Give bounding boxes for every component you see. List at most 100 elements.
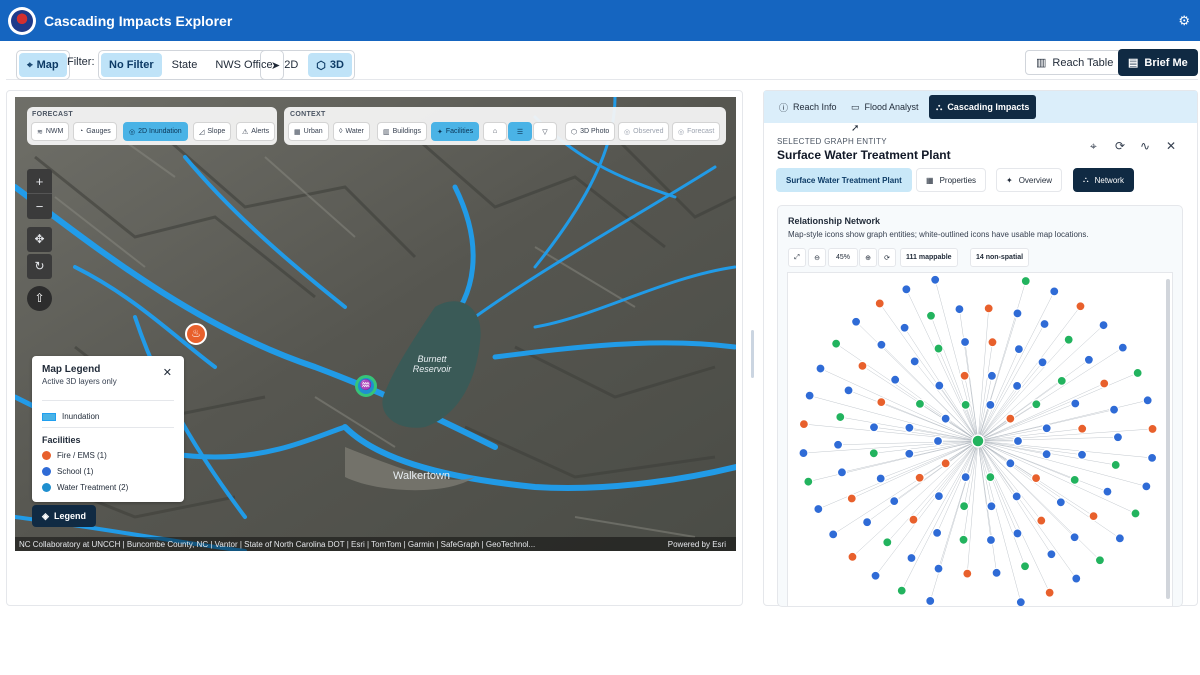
- graph-node[interactable]: [876, 339, 887, 350]
- view-3d-button[interactable]: ⬡ 3D: [308, 53, 352, 77]
- chip-3d-photo[interactable]: ⬡ 3D Photo: [565, 122, 616, 141]
- zoom-in-button[interactable]: ⊕: [859, 248, 877, 267]
- graph-node[interactable]: [831, 338, 842, 349]
- graph-node[interactable]: [1114, 533, 1125, 544]
- graph-node[interactable]: [1063, 334, 1074, 345]
- graph-node[interactable]: [846, 493, 857, 504]
- graph-node[interactable]: [1077, 423, 1088, 434]
- chip-nwm[interactable]: ≋ NWM: [31, 122, 70, 141]
- graph-node[interactable]: [914, 398, 926, 409]
- graph-node[interactable]: [904, 448, 915, 459]
- graph-node[interactable]: [1094, 555, 1106, 566]
- graph-node[interactable]: [875, 473, 886, 484]
- graph-node[interactable]: [1112, 432, 1124, 443]
- graph-node[interactable]: [1039, 318, 1050, 330]
- graph-node[interactable]: [960, 399, 971, 410]
- graph-node[interactable]: [862, 517, 873, 528]
- network-graph[interactable]: [787, 272, 1173, 607]
- graph-node[interactable]: [899, 322, 910, 333]
- graph-node[interactable]: [1036, 515, 1047, 526]
- activity-icon[interactable]: ∿: [1140, 139, 1150, 153]
- filter-no-filter[interactable]: No Filter: [101, 53, 162, 77]
- filter-toggle[interactable]: ▽: [533, 122, 557, 141]
- graph-node[interactable]: [828, 529, 839, 540]
- graph-node[interactable]: [954, 304, 965, 315]
- graph-node[interactable]: [868, 448, 879, 459]
- graph-node[interactable]: [986, 370, 998, 381]
- subtab-overview[interactable]: ✦ Overview: [996, 168, 1063, 192]
- graph-node[interactable]: [985, 534, 997, 546]
- graph-node[interactable]: [914, 472, 925, 483]
- graph-node[interactable]: [832, 439, 844, 450]
- graph-node[interactable]: [850, 316, 862, 327]
- subtab-properties[interactable]: ▦ Properties: [916, 168, 987, 192]
- graph-node[interactable]: [1015, 597, 1026, 607]
- graph-node[interactable]: [940, 458, 951, 469]
- zoom-out-button[interactable]: ⊖: [808, 248, 826, 267]
- graph-node[interactable]: [1069, 532, 1080, 543]
- graph-node[interactable]: [1146, 452, 1158, 464]
- graph-node[interactable]: [1141, 481, 1152, 492]
- fire-ems-marker[interactable]: ♨: [185, 323, 207, 345]
- chip-2d-inundation[interactable]: ◎ 2D Inundation: [123, 122, 188, 141]
- graph-node[interactable]: [1108, 404, 1120, 415]
- graph-node[interactable]: [1049, 286, 1060, 297]
- graph-node[interactable]: [983, 303, 994, 314]
- settings-toggle[interactable]: ☰: [508, 122, 532, 141]
- graph-node[interactable]: [1076, 449, 1088, 460]
- chip-buildings[interactable]: ▥ Buildings: [377, 122, 428, 141]
- chip-urban[interactable]: ▦ Urban: [288, 122, 329, 141]
- water-treatment-marker[interactable]: ♒: [355, 375, 377, 397]
- graph-node[interactable]: [958, 501, 970, 512]
- graph-node[interactable]: [803, 476, 814, 487]
- graph-node[interactable]: [815, 363, 826, 374]
- graph-node[interactable]: [847, 551, 858, 562]
- subtab-entity[interactable]: Surface Water Treatment Plant: [776, 168, 912, 192]
- graph-node[interactable]: [889, 496, 900, 507]
- settings-gear-icon[interactable]: ⚙: [1178, 13, 1190, 29]
- network-graph-canvas[interactable]: [788, 273, 1173, 607]
- graph-node[interactable]: [1011, 491, 1022, 502]
- graph-node[interactable]: [876, 397, 887, 408]
- graph-scrollbar[interactable]: [1166, 279, 1170, 599]
- graph-node[interactable]: [991, 567, 1002, 578]
- rotate-button[interactable]: ↻: [27, 254, 52, 279]
- graph-node[interactable]: [932, 527, 943, 538]
- graph-node[interactable]: [1055, 497, 1066, 508]
- graph-node[interactable]: [1142, 395, 1153, 406]
- graph-node[interactable]: [1110, 459, 1121, 471]
- reset-layout-button[interactable]: ⟳: [878, 248, 896, 267]
- graph-node[interactable]: [960, 472, 971, 483]
- graph-node[interactable]: [985, 399, 996, 410]
- graph-node[interactable]: [933, 491, 944, 502]
- graph-node[interactable]: [836, 467, 848, 478]
- graph-node[interactable]: [1012, 435, 1024, 447]
- graph-node[interactable]: [1070, 398, 1081, 409]
- graph-node[interactable]: [1083, 354, 1094, 365]
- graph-node[interactable]: [940, 413, 951, 424]
- chip-facilities[interactable]: ✦ Facilities: [431, 122, 480, 141]
- graph-node[interactable]: [813, 503, 824, 515]
- tab-reach-info[interactable]: ⓘ Reach Info: [772, 95, 844, 119]
- graph-node[interactable]: [933, 563, 944, 574]
- graph-node[interactable]: [904, 422, 915, 433]
- graph-node[interactable]: [906, 552, 917, 564]
- graph-node[interactable]: [985, 472, 996, 483]
- graph-node[interactable]: [1147, 423, 1158, 435]
- chip-gauges[interactable]: ◔ Gauges: [73, 122, 117, 141]
- tab-flood-analyst[interactable]: ▭ Flood Analyst: [844, 95, 926, 119]
- graph-node[interactable]: [1041, 449, 1052, 460]
- graph-node[interactable]: [1046, 549, 1057, 560]
- graph-node[interactable]: [1037, 357, 1048, 368]
- graph-node[interactable]: [987, 337, 998, 348]
- graph-node[interactable]: [1013, 344, 1024, 355]
- graph-node[interactable]: [874, 298, 885, 309]
- graph-node[interactable]: [798, 447, 809, 459]
- graph-node[interactable]: [1012, 308, 1023, 319]
- graph-node[interactable]: [1005, 413, 1016, 424]
- graph-node[interactable]: [925, 595, 936, 606]
- graph-node[interactable]: [1102, 486, 1113, 497]
- chip-water[interactable]: ◊ Water: [333, 122, 370, 141]
- tab-cascading-impacts[interactable]: ⛬ Cascading Impacts: [929, 95, 1037, 119]
- graph-node[interactable]: [890, 374, 901, 385]
